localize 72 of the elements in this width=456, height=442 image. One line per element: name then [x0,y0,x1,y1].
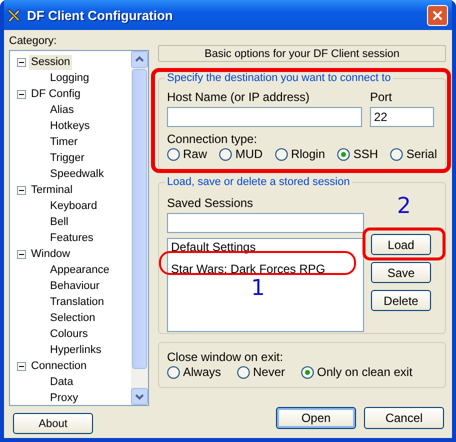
collapse-icon[interactable] [17,90,26,98]
tree-item[interactable]: Hotkeys [48,118,92,134]
tree-item[interactable]: Terminal [29,182,75,198]
collapse-icon[interactable] [17,186,26,194]
group-legend: Specify the destination you want to connect to [165,72,393,84]
tree-item[interactable]: Features [48,230,96,246]
tree-item[interactable]: Translation [48,294,106,310]
tree-item[interactable]: Selection [48,310,98,326]
cancel-button[interactable]: Cancel [364,407,444,429]
radio-label[interactable]: MUD [235,147,263,161]
radio-label[interactable]: Never [253,365,286,379]
scroll-down-icon[interactable] [131,388,148,405]
tools-icon [6,7,22,23]
collapse-icon[interactable] [17,250,26,258]
port-label: Port [370,90,394,104]
session-button[interactable]: Delete [371,290,431,311]
radio-label[interactable]: Serial [406,147,437,161]
category-label: Category: [9,35,58,49]
saved-sessions-label: Saved Sessions [167,196,254,210]
session-button[interactable]: Save [371,262,431,283]
group-legend: Load, save or delete a stored session [165,176,352,188]
annotation-number: 2 [397,194,411,219]
tree-item[interactable]: Timer [48,134,80,150]
radio-label[interactable]: Only on clean exit [317,365,412,379]
scrollbar[interactable] [131,51,148,405]
tree-item[interactable]: DF Config [29,86,83,102]
radio-button[interactable] [237,366,250,378]
tree-item[interactable]: Data [48,374,76,390]
tree-item[interactable]: Session [29,54,72,70]
radio-label[interactable]: SSH [353,147,378,161]
radio-label[interactable]: Always [183,365,222,379]
tree-item[interactable]: Proxy [48,390,80,406]
scroll-up-icon[interactable] [131,51,148,68]
radio-button[interactable] [219,148,232,160]
about-button[interactable]: About [13,413,93,434]
tree-item[interactable]: Hyperlinks [48,342,104,358]
host-field[interactable] [167,107,362,127]
list-entry[interactable]: Star Wars: Dark Forces RPG [171,261,360,277]
window-title: DF Client Configuration [27,8,174,22]
collapse-icon[interactable] [17,362,26,370]
port-field[interactable]: 22 [370,107,434,127]
radio-label[interactable]: Raw [183,147,208,161]
close-on-exit-label: Close window on exit: [167,350,284,364]
tree-item[interactable]: Keyboard [48,198,100,214]
tree-item[interactable]: Window [29,246,72,262]
tree-item[interactable]: Logging [48,70,92,86]
tree-item[interactable]: Colours [48,326,90,342]
collapse-icon[interactable] [17,58,26,66]
close-button[interactable] [427,4,448,26]
list-entry[interactable]: Default Settings [171,239,360,255]
tree-item[interactable]: Appearance [48,262,112,278]
panel-header: Basic options for your DF Client session [158,45,446,62]
annotation-number: 1 [251,276,265,301]
radio-button[interactable] [337,148,350,160]
radio-button[interactable] [301,366,314,378]
tree-item[interactable]: Speedwalk [48,166,106,182]
close-icon [432,10,443,20]
tree-item[interactable]: Behaviour [48,278,102,294]
session-name-field[interactable] [167,213,364,233]
radio-button[interactable] [274,148,288,160]
radio-button[interactable] [390,148,404,160]
radio-button[interactable] [167,366,180,378]
connection-type-label: Connection type: [167,132,258,146]
tree-item[interactable]: Trigger [48,150,86,166]
tree-item[interactable]: Connection [29,358,89,374]
open-button[interactable]: Open [276,407,356,429]
radio-label[interactable]: Rlogin [290,147,325,161]
host-label: Host Name (or IP address) [167,90,310,104]
tree-item[interactable]: Bell [48,214,70,230]
radio-button[interactable] [167,148,180,160]
session-button[interactable]: Load [371,234,431,255]
tree-item[interactable]: Alias [48,102,76,118]
